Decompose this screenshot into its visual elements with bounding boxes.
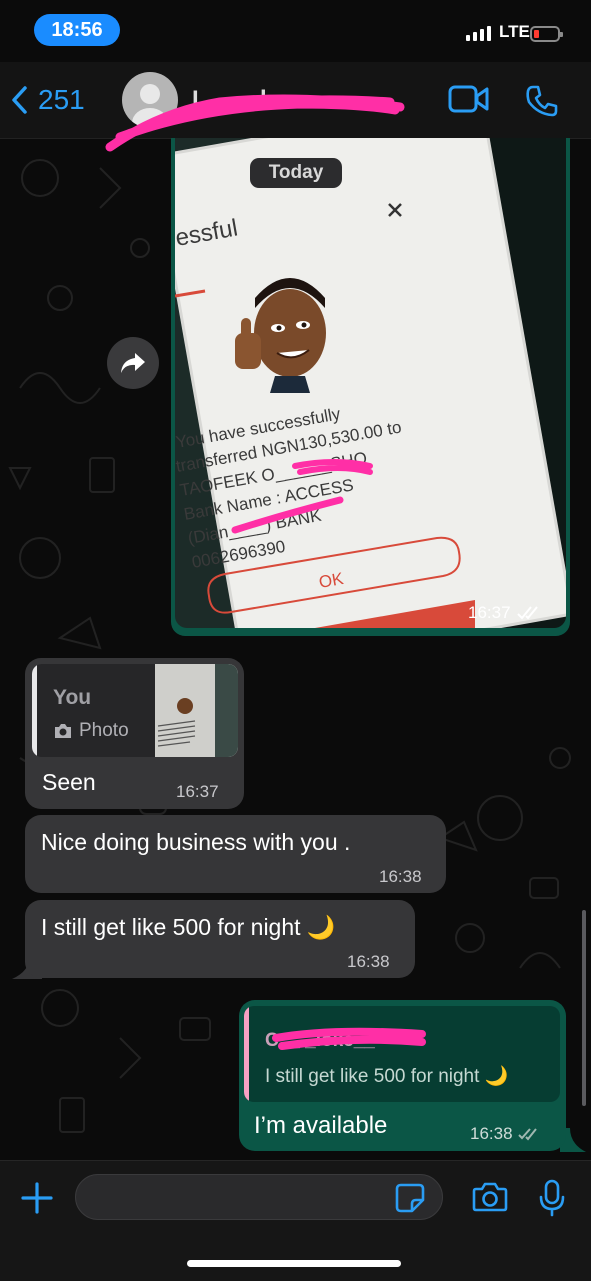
message-time-text: 16:38 (470, 1124, 513, 1143)
chevron-left-icon (12, 86, 27, 114)
image-time-text: 16:37 (468, 603, 511, 622)
home-indicator (187, 1260, 401, 1267)
message-text: Seen (42, 769, 96, 795)
message-text: Nice doing business with you . (41, 829, 351, 855)
plus-icon[interactable] (20, 1181, 54, 1215)
date-chip: Today (250, 158, 342, 188)
message-bubble-seen[interactable]: You Photo Seen 16:37 (25, 658, 244, 809)
avatar[interactable] (122, 72, 178, 128)
unread-count: 251 (38, 84, 85, 115)
chat-header: 251 L____l (0, 62, 591, 152)
quote-text: I still get like 500 for night 🌙 (265, 1066, 509, 1087)
quote-type-label: Photo (79, 720, 129, 741)
receipt-ok-button: OK (317, 569, 345, 592)
sticker-icon[interactable] (395, 1183, 425, 1213)
status-bar: 18:56 LTE (0, 0, 591, 62)
message-time: 16:37 (176, 782, 219, 801)
signal-icon (466, 26, 491, 41)
receipt-heading: essful (175, 214, 240, 251)
quoted-message[interactable]: You Photo (32, 664, 238, 757)
message-text: I still get like 500 for night 🌙 (41, 914, 336, 940)
compose-bar (0, 1160, 591, 1281)
quote-thumbnail (155, 664, 238, 757)
camera-icon[interactable] (472, 1181, 508, 1213)
double-check-icon (516, 606, 538, 620)
quote-author: You (53, 686, 92, 709)
receipt-content: essful You have successfully transferred… (175, 203, 475, 628)
image-message-bubble[interactable]: essful You have successfully transferred… (171, 138, 570, 636)
forward-button[interactable] (107, 337, 159, 389)
quote-bar (32, 664, 37, 757)
double-check-icon (517, 1128, 537, 1141)
quoted-message[interactable]: C__ _loke__ I still get like 500 for nig… (244, 1006, 560, 1102)
receipt-photo[interactable]: essful You have successfully transferred… (175, 138, 566, 628)
status-time: 18:56 (34, 14, 120, 46)
camera-small-icon (55, 724, 71, 738)
quote-author: C__ _loke__ (265, 1030, 375, 1051)
message-input[interactable] (75, 1174, 443, 1220)
quote-type: Photo (53, 720, 129, 742)
video-call-icon[interactable] (448, 84, 490, 114)
phone-icon[interactable] (525, 84, 559, 118)
battery-icon (530, 26, 563, 42)
back-button[interactable]: 251 (10, 84, 85, 116)
network-label: LTE (499, 22, 530, 41)
message-time: 16:38 (379, 867, 422, 886)
message-time: 16:38 (347, 952, 390, 971)
message-bubble[interactable]: Nice doing business with you . 16:38 (25, 815, 446, 893)
scrollbar[interactable] (582, 910, 586, 1106)
message-text: I’m available (254, 1112, 388, 1139)
microphone-icon[interactable] (538, 1179, 566, 1217)
message-time: 16:38 (470, 1124, 542, 1144)
message-bubble[interactable]: I still get like 500 for night 🌙 16:38 (25, 900, 415, 978)
outgoing-message-bubble[interactable]: C__ _loke__ I still get like 500 for nig… (239, 1000, 566, 1151)
contact-name[interactable]: L____l (192, 86, 267, 114)
quote-bar (244, 1006, 249, 1102)
share-arrow-icon (121, 353, 145, 373)
image-message-time: 16:37 (468, 603, 543, 623)
